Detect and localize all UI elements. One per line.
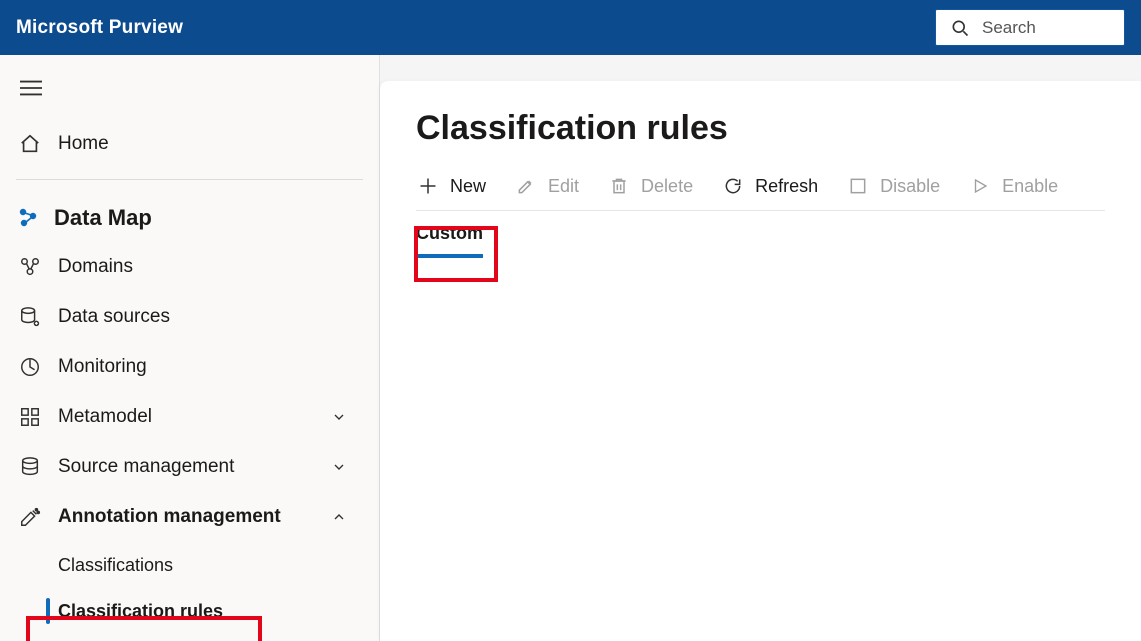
nav-item-label: Source management <box>58 456 234 478</box>
edit-button: Edit <box>514 174 579 198</box>
home-icon <box>18 132 42 156</box>
refresh-button[interactable]: Refresh <box>721 174 818 198</box>
nav-divider <box>16 179 363 180</box>
brand-title: Microsoft Purview <box>16 17 183 39</box>
toolbar-label: Disable <box>880 176 940 197</box>
data-sources-icon <box>18 305 42 329</box>
chevron-down-icon <box>327 405 351 429</box>
toolbar-label: Edit <box>548 176 579 197</box>
data-map-icon <box>16 206 40 230</box>
toolbar-label: New <box>450 176 486 197</box>
subnav-label: Classifications <box>58 555 173 576</box>
hamburger-menu[interactable] <box>16 73 46 103</box>
left-nav: Home Data Map Domains <box>0 55 380 641</box>
toolbar-label: Enable <box>1002 176 1058 197</box>
chevron-up-icon <box>327 505 351 529</box>
toolbar: New Edit <box>416 174 1105 211</box>
nav-item-label: Metamodel <box>58 406 152 428</box>
nav-section-label: Data Map <box>54 205 152 231</box>
nav-item-metamodel[interactable]: Metamodel <box>16 392 363 442</box>
new-button[interactable]: New <box>416 174 486 198</box>
workspace: Home Data Map Domains <box>0 55 1141 641</box>
page-title: Classification rules <box>416 109 1105 148</box>
plus-icon <box>416 174 440 198</box>
chevron-down-icon <box>327 455 351 479</box>
subnav-classifications[interactable]: Classifications <box>16 542 363 588</box>
nav-item-label: Annotation management <box>58 506 281 528</box>
tabs: Custom <box>416 223 1105 258</box>
delete-icon <box>607 174 631 198</box>
disable-button: Disable <box>846 174 940 198</box>
content-card: Classification rules New <box>380 81 1141 641</box>
subnav-label: Classification rules <box>58 601 223 622</box>
app-header: Microsoft Purview Search <box>0 0 1141 55</box>
nav-item-annotation-management[interactable]: Annotation management <box>16 492 363 542</box>
source-management-icon <box>18 455 42 479</box>
enable-icon <box>968 174 992 198</box>
nav-item-domains[interactable]: Domains <box>16 242 363 292</box>
delete-button: Delete <box>607 174 693 198</box>
nav-item-source-management[interactable]: Source management <box>16 442 363 492</box>
domains-icon <box>18 255 42 279</box>
refresh-icon <box>721 174 745 198</box>
monitoring-icon <box>18 355 42 379</box>
nav-item-monitoring[interactable]: Monitoring <box>16 342 363 392</box>
nav-item-label: Home <box>58 133 109 155</box>
edit-icon <box>514 174 538 198</box>
nav-item-label: Domains <box>58 256 133 278</box>
nav-item-label: Monitoring <box>58 356 147 378</box>
toolbar-label: Delete <box>641 176 693 197</box>
subnav-classification-rules[interactable]: Classification rules <box>16 588 363 634</box>
nav-section-data-map[interactable]: Data Map <box>16 194 363 242</box>
nav-item-home[interactable]: Home <box>16 119 363 169</box>
nav-item-label: Data sources <box>58 306 170 328</box>
search-box[interactable]: Search <box>935 9 1125 46</box>
nav-item-data-sources[interactable]: Data sources <box>16 292 363 342</box>
metamodel-icon <box>18 405 42 429</box>
disable-icon <box>846 174 870 198</box>
enable-button: Enable <box>968 174 1058 198</box>
tab-custom[interactable]: Custom <box>416 223 483 258</box>
search-icon <box>948 16 972 40</box>
main-area: Classification rules New <box>380 55 1141 641</box>
search-placeholder: Search <box>982 18 1036 38</box>
annotation-management-icon <box>18 505 42 529</box>
toolbar-label: Refresh <box>755 176 818 197</box>
